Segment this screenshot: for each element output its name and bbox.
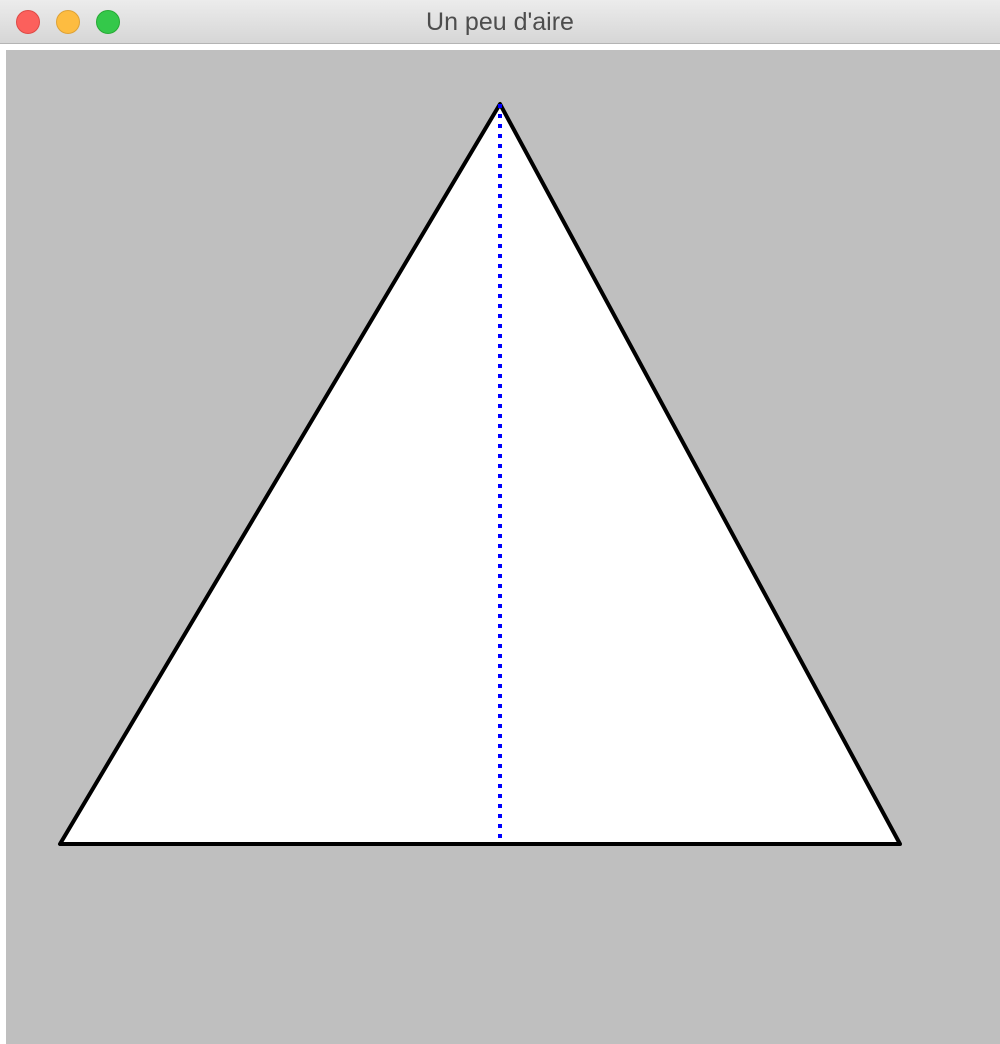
app-window: Un peu d'aire — [0, 0, 1000, 1044]
title-bar[interactable]: Un peu d'aire — [0, 0, 1000, 44]
window-title: Un peu d'aire — [426, 8, 574, 36]
drawing-svg — [58, 102, 902, 846]
triangle-shape — [58, 102, 902, 846]
drawing-canvas[interactable] — [6, 50, 1000, 1044]
